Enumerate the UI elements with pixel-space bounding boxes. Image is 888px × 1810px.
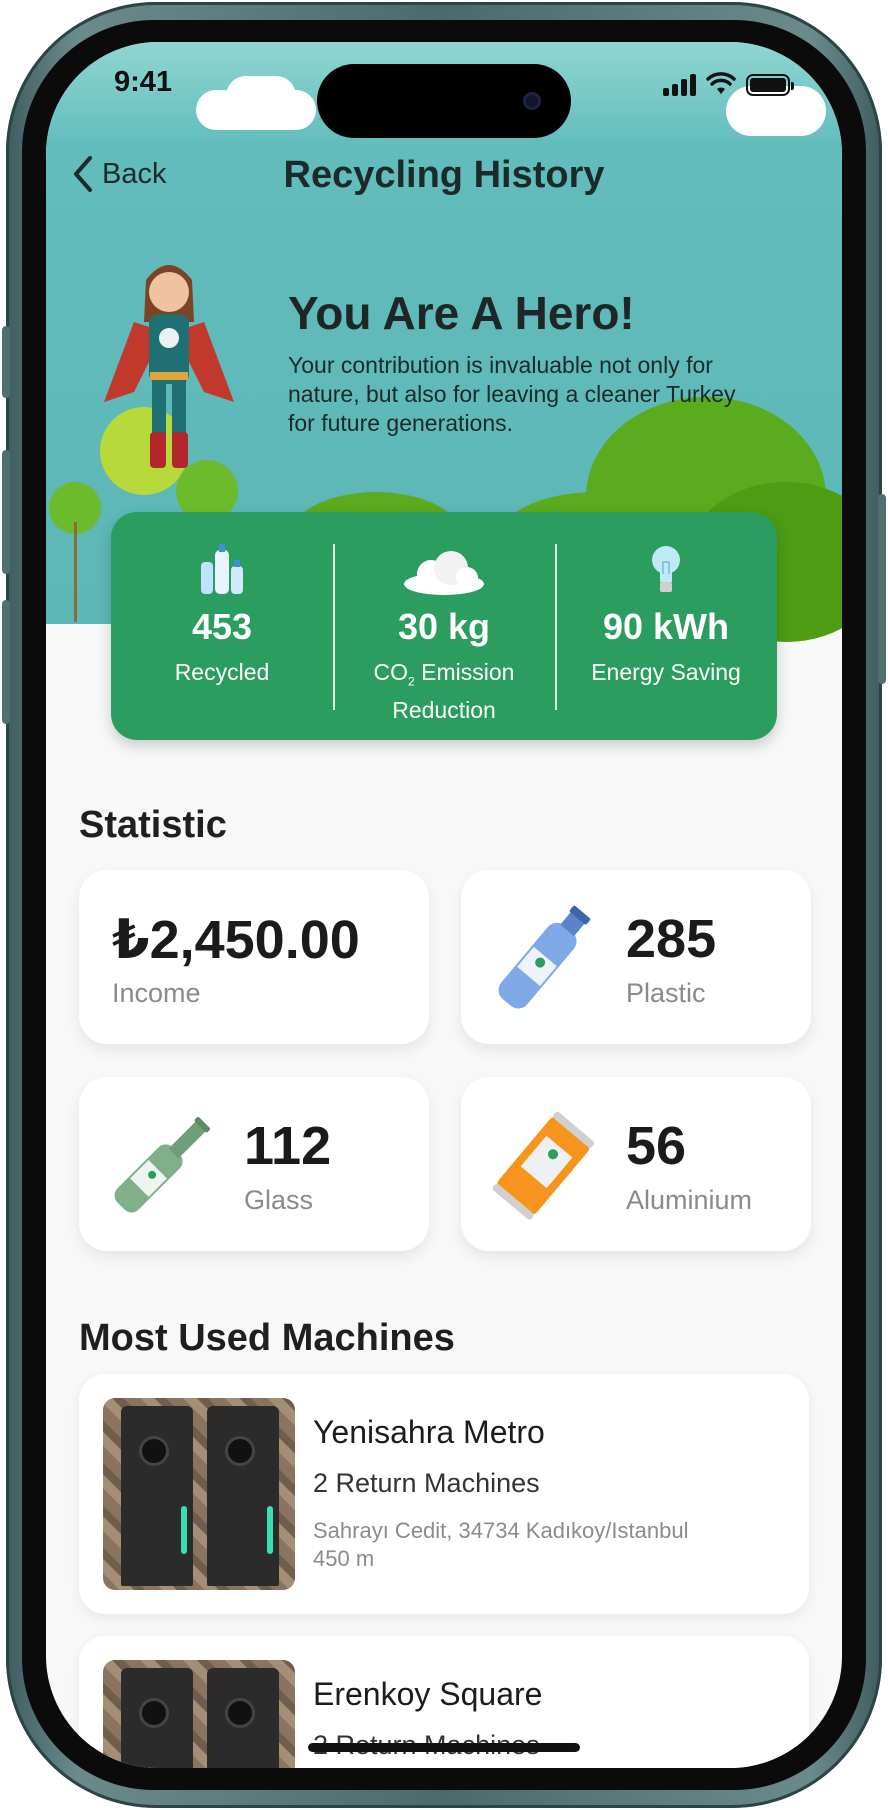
- machine-name: Erenkoy Square: [313, 1676, 543, 1712]
- glass-label: Glass: [244, 1185, 314, 1215]
- wifi-icon: [706, 72, 736, 94]
- machine-address: Sahrayı Cedit, 34734 Kadıkoy/Istanbul 45…: [313, 1517, 688, 1573]
- page-title: Recycling History: [283, 154, 605, 196]
- glass-bottle-icon: [114, 1117, 210, 1213]
- machine-photo: [103, 1660, 295, 1768]
- dynamic-island: [317, 64, 571, 138]
- battery-icon: [746, 74, 794, 96]
- aluminium-value: 56: [626, 1116, 687, 1176]
- power-button: [878, 494, 886, 684]
- impact-value: 453: [191, 606, 253, 647]
- machine-photo: [103, 1398, 295, 1590]
- status-icons: [663, 72, 794, 96]
- impact-value: 30 kg: [397, 606, 491, 647]
- impact-summary-card: 453 Recycled 30 kg CO2 Emission Reductio…: [111, 512, 777, 740]
- cellular-signal-icon: [663, 74, 696, 96]
- plastic-bottle-icon: [498, 905, 591, 1009]
- volume-down-button: [2, 600, 10, 724]
- impact-value: 90 kWh: [602, 606, 730, 647]
- machine-name: Yenisahra Metro: [313, 1414, 545, 1450]
- hero-text: Your contribution is invaluable not only…: [288, 352, 736, 436]
- impact-energy: 90 kWh Energy Saving: [555, 512, 777, 740]
- cloud-decoration: [226, 76, 296, 116]
- machines-title: Most Used Machines: [79, 1317, 455, 1359]
- aluminium-can-icon: [492, 1111, 595, 1220]
- aluminium-card[interactable]: 56 Aluminium: [461, 1077, 811, 1251]
- income-label: Income: [112, 978, 201, 1008]
- statistic-title: Statistic: [79, 804, 227, 846]
- machine-address-line: Sahrayı Cedit, 34734 Kadıkoy/Istanbul: [313, 1518, 689, 1543]
- income-value: ₺2,450.00: [112, 910, 360, 970]
- impact-label: CO2 Emission Reduction: [373, 659, 515, 723]
- machine-distance: 450 m: [313, 1546, 375, 1571]
- plastic-card[interactable]: 285 Plastic: [461, 870, 811, 1044]
- impact-co2: 30 kg CO2 Emission Reduction: [333, 512, 555, 740]
- app-screen: 9:41 Back Recycling History You Are A He…: [46, 42, 842, 1768]
- machine-card[interactable]: Yenisahra Metro 2 Return Machines Sahray…: [79, 1374, 809, 1614]
- plastic-label: Plastic: [626, 978, 706, 1008]
- tree-trunk: [74, 522, 77, 622]
- volume-up-button: [2, 450, 10, 574]
- income-card[interactable]: ₺2,450.00 Income: [79, 870, 429, 1044]
- glass-card[interactable]: 112 Glass: [79, 1077, 429, 1251]
- lightbulb-icon: [651, 542, 681, 596]
- action-button: [2, 326, 10, 398]
- hero-title: You Are A Hero!: [288, 287, 635, 339]
- bottles-icon: [199, 542, 245, 596]
- aluminium-label: Aluminium: [626, 1185, 753, 1215]
- impact-recycled: 453 Recycled: [111, 512, 333, 740]
- machine-count: 2 Return Machines: [313, 1468, 540, 1498]
- status-time: 9:41: [114, 66, 173, 98]
- impact-label: Energy Saving: [591, 659, 741, 685]
- home-indicator[interactable]: [308, 1743, 580, 1752]
- impact-label: Recycled: [174, 659, 270, 685]
- superhero-illustration: [104, 265, 234, 468]
- cloud-icon: [401, 542, 487, 596]
- glass-value: 112: [244, 1116, 332, 1176]
- plastic-value: 285: [626, 909, 717, 969]
